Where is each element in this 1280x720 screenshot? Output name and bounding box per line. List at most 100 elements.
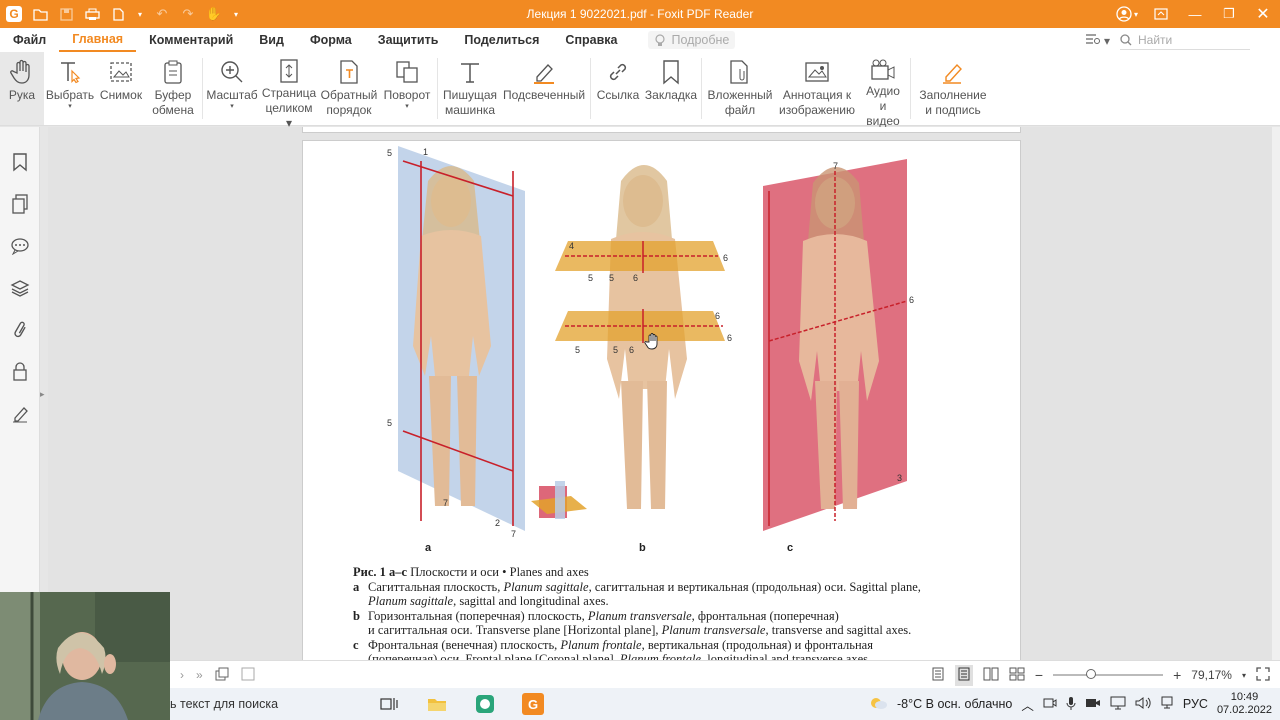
print-icon[interactable] xyxy=(84,6,100,22)
tool-label-2: изображению xyxy=(779,103,855,117)
fullscreen-icon[interactable] xyxy=(1256,666,1270,684)
tool-label: Аудио xyxy=(866,84,900,98)
ribbon-toggle-icon[interactable] xyxy=(1144,0,1178,28)
find-input[interactable]: Найти xyxy=(1120,30,1250,50)
tool-label: Масштаб xyxy=(206,88,258,102)
task-view-icon[interactable] xyxy=(378,693,400,715)
image-annotation-button[interactable]: Аннотация к изображению xyxy=(776,52,858,125)
reverse-order-button[interactable]: Обратный порядок xyxy=(319,52,379,125)
menu-view[interactable]: Вид xyxy=(246,28,297,52)
rotate-button[interactable]: Поворот ▾ xyxy=(379,52,435,125)
microphone-icon[interactable] xyxy=(1066,696,1076,713)
redo-icon[interactable]: ↷ xyxy=(180,6,196,22)
planes-mini-icon xyxy=(531,481,587,519)
dropdown-arrow-icon[interactable]: ▾ xyxy=(136,6,144,22)
select-tool-button[interactable]: Выбрать ▾ xyxy=(44,52,96,125)
chat-app-icon[interactable] xyxy=(474,693,496,715)
volume-icon[interactable] xyxy=(1135,696,1151,713)
figure-number: 6 xyxy=(715,311,720,321)
fit-page-icon xyxy=(275,58,303,84)
link-button[interactable]: Ссылка xyxy=(593,52,643,125)
highlight-button[interactable]: Подсвеченный xyxy=(500,52,588,125)
menu-help[interactable]: Справка xyxy=(552,28,630,52)
tool-label: Подсвеченный xyxy=(502,88,586,102)
zoom-dropdown-icon[interactable]: ▾ xyxy=(1242,671,1246,680)
page-navigation: › » xyxy=(180,661,255,689)
zoom-tool-button[interactable]: Масштаб ▾ xyxy=(205,52,259,125)
anatomy-figure: 5 1 5 7 2 7 a 4 5 5 6 6 5 5 6 6 6 b 7 6 … xyxy=(387,146,914,554)
layers-panel-icon[interactable] xyxy=(0,267,40,309)
menu-file[interactable]: Файл xyxy=(0,28,59,52)
continuous-facing-view-icon[interactable] xyxy=(1009,667,1025,684)
weather-icon[interactable] xyxy=(868,696,888,713)
single-page-view-icon[interactable] xyxy=(931,667,945,684)
zoom-slider-knob[interactable] xyxy=(1086,669,1097,679)
new-document-icon[interactable] xyxy=(110,6,126,22)
menu-form[interactable]: Форма xyxy=(297,28,365,52)
last-page-icon[interactable]: » xyxy=(196,668,203,682)
tool-label-2: файл xyxy=(724,103,756,117)
lightbulb-icon xyxy=(655,33,666,46)
save-icon[interactable] xyxy=(58,6,74,22)
vertical-scrollbar[interactable] xyxy=(1272,127,1280,660)
video-icon[interactable] xyxy=(1085,697,1101,712)
continuous-view-icon[interactable] xyxy=(954,664,973,686)
hand-tool-button[interactable]: Рука xyxy=(0,52,44,125)
fill-sign-button[interactable]: Заполнение и подпись xyxy=(913,52,993,125)
next-page-icon[interactable]: › xyxy=(180,668,184,682)
tool-label: Вложенный xyxy=(707,88,773,102)
typewriter-button[interactable]: Пишущая машинка xyxy=(440,52,500,125)
language-indicator[interactable]: РУС xyxy=(1183,697,1208,711)
maximize-button[interactable]: ❐ xyxy=(1212,0,1246,28)
taskbar-search[interactable]: ь текст для поиска xyxy=(170,688,278,720)
bookmark-button[interactable]: Закладка xyxy=(643,52,699,125)
zoom-in-button[interactable]: + xyxy=(1173,667,1181,683)
search-options-icon[interactable]: ▾ xyxy=(1085,33,1110,48)
open-folder-icon[interactable] xyxy=(32,6,48,22)
menu-home[interactable]: Главная xyxy=(59,28,137,52)
attach-file-button[interactable]: Вложенный файл xyxy=(704,52,776,125)
tray-overflow-icon[interactable]: ︿ xyxy=(1021,695,1034,714)
tool-label: Закладка xyxy=(644,88,698,102)
zoom-level[interactable]: 79,17% xyxy=(1191,668,1232,682)
zoom-slider[interactable] xyxy=(1053,669,1164,679)
bookmarks-panel-icon[interactable] xyxy=(0,141,40,183)
tool-label: Страница xyxy=(261,86,317,100)
clipboard-tool-button[interactable]: Буфер обмена xyxy=(146,52,200,125)
window-controls: ▾ — ❐ ✕ xyxy=(1110,0,1280,28)
meet-now-icon[interactable] xyxy=(1043,697,1057,712)
menu-comment[interactable]: Комментарий xyxy=(136,28,246,52)
account-icon[interactable]: ▾ xyxy=(1110,0,1144,28)
close-button[interactable]: ✕ xyxy=(1246,0,1280,28)
menu-protect[interactable]: Защитить xyxy=(365,28,452,52)
customize-arrow-icon[interactable]: ▾ xyxy=(232,6,240,22)
page-layout-icon[interactable] xyxy=(241,667,255,684)
menu-share[interactable]: Поделиться xyxy=(451,28,552,52)
clock[interactable]: 10:49 07.02.2022 xyxy=(1217,691,1272,717)
facing-view-icon[interactable] xyxy=(983,667,999,684)
attach-file-icon xyxy=(726,58,754,86)
panel-expand-arrow-icon[interactable]: ▸ xyxy=(40,389,47,403)
document-viewer[interactable]: 5 1 5 7 2 7 a 4 5 5 6 6 5 5 6 6 6 b 7 6 … xyxy=(48,127,1272,660)
page-copy-icon[interactable] xyxy=(215,667,229,684)
pages-panel-icon[interactable] xyxy=(0,183,40,225)
fit-page-button[interactable]: Страница целиком ▾ xyxy=(259,52,319,130)
navigation-panel: ▸ xyxy=(0,127,45,660)
audio-video-button[interactable]: Аудио и видео xyxy=(858,52,908,128)
display-icon[interactable] xyxy=(1110,696,1126,713)
foxit-taskbar-icon[interactable]: G xyxy=(522,693,544,715)
tell-me-box[interactable]: Подробне xyxy=(648,31,736,49)
weather-text[interactable]: -8°C В осн. облачно xyxy=(897,697,1012,711)
attachments-panel-icon[interactable] xyxy=(0,309,40,351)
snapshot-tool-button[interactable]: Снимок xyxy=(96,52,146,125)
hand-tool-quick-icon[interactable]: ✋ xyxy=(206,6,222,22)
signature-panel-icon[interactable] xyxy=(0,393,40,435)
minimize-button[interactable]: — xyxy=(1178,0,1212,28)
network-icon[interactable] xyxy=(1160,696,1174,713)
title-bar: G ▾ ↶ ↷ ✋ ▾ Лекция 1 9022021.pdf - Foxit… xyxy=(0,0,1280,28)
security-panel-icon[interactable] xyxy=(0,351,40,393)
file-explorer-icon[interactable] xyxy=(426,693,448,715)
zoom-out-button[interactable]: − xyxy=(1035,667,1043,683)
comments-panel-icon[interactable] xyxy=(0,225,40,267)
undo-icon[interactable]: ↶ xyxy=(154,6,170,22)
